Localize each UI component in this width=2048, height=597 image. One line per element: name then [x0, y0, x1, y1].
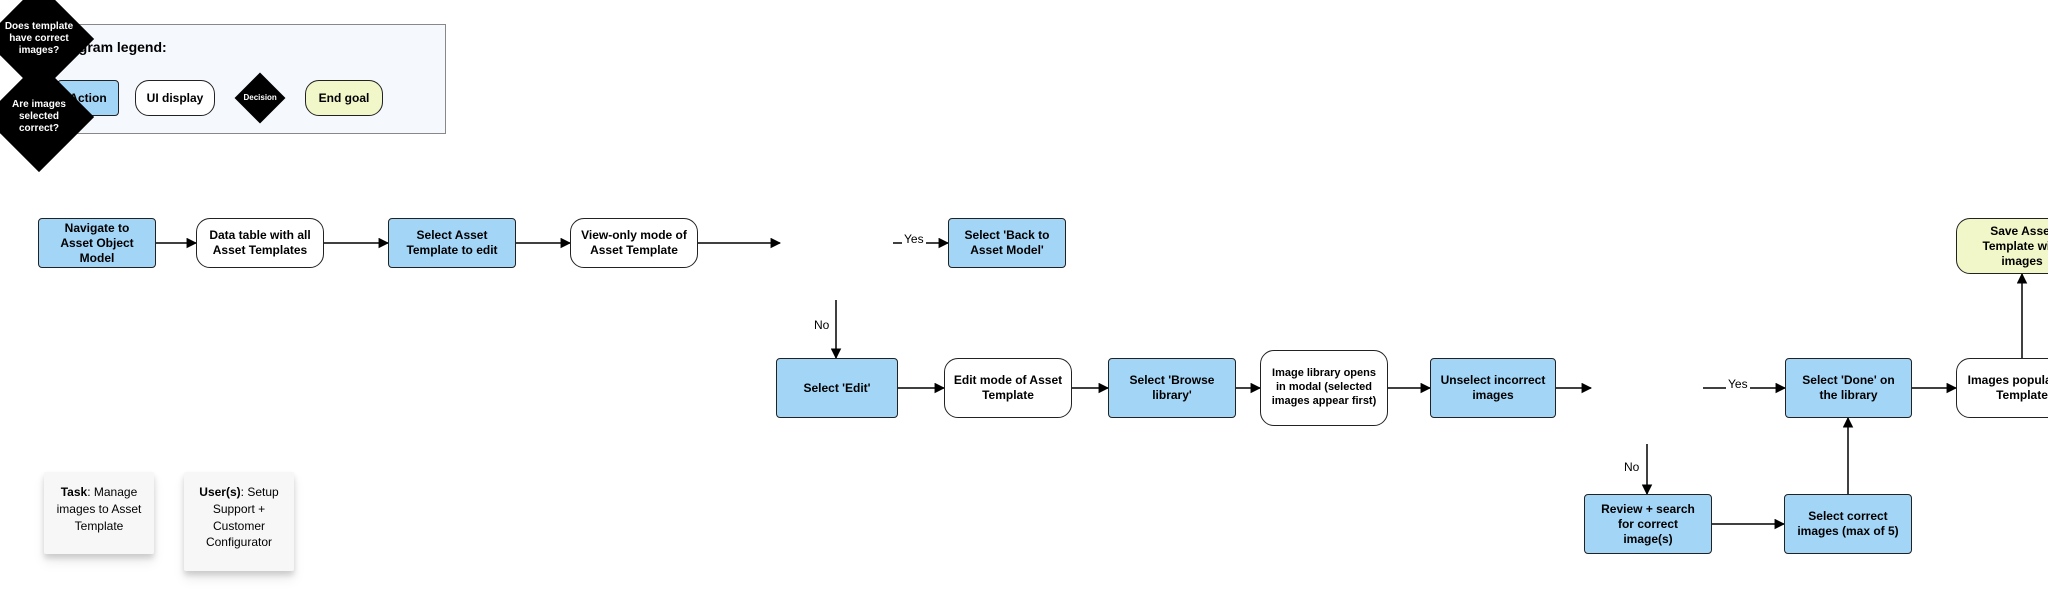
node-view-only: View-only mode of Asset Template — [570, 218, 698, 268]
edge-label-no-2: No — [1622, 460, 1641, 474]
node-browse-library: Select 'Browse library' — [1108, 358, 1236, 418]
node-goal-save: Save Asset Template with images — [1956, 218, 2048, 274]
legend-items: Action UI display Decision End goal — [57, 69, 427, 127]
node-library-modal: Image library opens in modal (selected i… — [1260, 350, 1388, 426]
node-review-search: Review + search for correct image(s) — [1584, 494, 1712, 554]
node-select-done: Select 'Done' on the library — [1785, 358, 1912, 418]
node-images-populate: Images populate in Template — [1956, 358, 2048, 418]
node-select-edit: Select 'Edit' — [776, 358, 898, 418]
legend-goal: End goal — [305, 80, 383, 116]
legend-panel: Diagram legend: Action UI display Decisi… — [38, 24, 446, 134]
node-data-table: Data table with all Asset Templates — [196, 218, 324, 268]
sticky-task: Task: Manage images to Asset Template — [44, 472, 154, 554]
sticky-users: User(s): Setup Support + Customer Config… — [184, 472, 294, 571]
legend-title: Diagram legend: — [57, 39, 427, 55]
node-select-correct: Select correct images (max of 5) — [1784, 494, 1912, 554]
legend-decision: Decision — [235, 73, 286, 124]
edge-label-yes-2: Yes — [1726, 377, 1750, 391]
node-navigate-asset-model: Navigate to Asset Object Model — [38, 218, 156, 268]
legend-display: UI display — [135, 80, 215, 116]
edge-label-yes-1: Yes — [902, 232, 926, 246]
node-edit-mode: Edit mode of Asset Template — [944, 358, 1072, 418]
node-unselect-images: Unselect incorrect images — [1430, 358, 1556, 418]
node-back-to-model: Select 'Back to Asset Model' — [948, 218, 1066, 268]
edge-label-no-1: No — [812, 318, 831, 332]
node-select-template: Select Asset Template to edit — [388, 218, 516, 268]
